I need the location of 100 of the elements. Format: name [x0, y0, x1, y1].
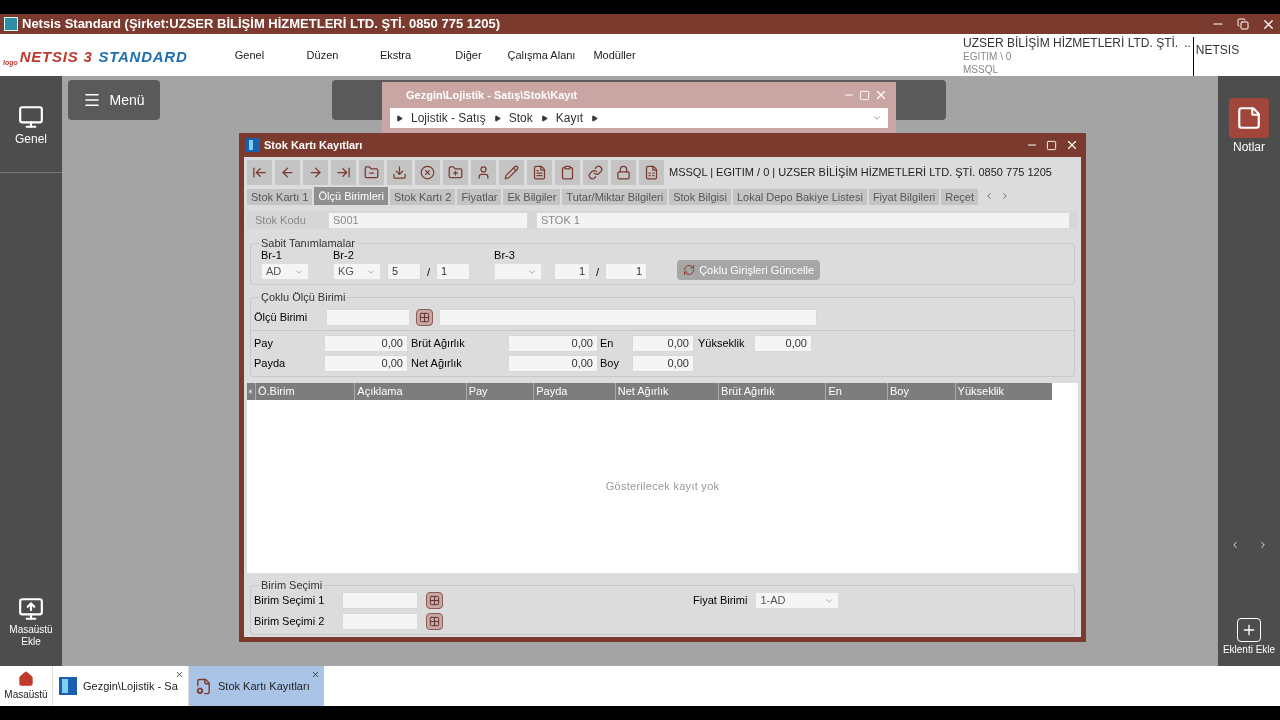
first-record-button[interactable] — [247, 160, 272, 185]
link-button[interactable] — [583, 160, 608, 185]
grid-icon — [429, 595, 440, 606]
grid-icon — [429, 616, 440, 627]
column-header[interactable]: Net Ağırlık — [614, 383, 719, 400]
unit-field[interactable] — [342, 592, 418, 609]
scroll-right-icon[interactable] — [1000, 191, 1010, 201]
add-plugin-button[interactable]: Eklenti Ekle — [1221, 618, 1277, 656]
denominator-field[interactable]: 1 — [605, 263, 648, 280]
menu-button[interactable]: Menü — [68, 80, 160, 120]
tab[interactable]: Stok Kartı 1 — [247, 189, 313, 205]
field-label: En — [599, 336, 615, 352]
menu-item[interactable]: Genel — [213, 47, 286, 64]
maximize-icon[interactable] — [1046, 139, 1057, 151]
new-row-icon — [247, 388, 255, 395]
numerator-field[interactable]: 5 — [387, 263, 421, 280]
close-icon[interactable] — [1065, 138, 1079, 152]
number-field[interactable]: 0,00 — [508, 335, 598, 352]
previous-record-button[interactable] — [275, 160, 300, 185]
download-button[interactable] — [387, 160, 412, 185]
triangle-icon — [396, 114, 403, 122]
numerator-field[interactable]: 1 — [554, 263, 591, 280]
restore-icon[interactable] — [1237, 18, 1249, 30]
denominator-field[interactable]: 1 — [436, 263, 471, 280]
field-label: Br-2 — [333, 247, 355, 263]
tab[interactable]: Ek Bilgiler — [503, 189, 561, 205]
menu-item[interactable]: Düzen — [286, 47, 359, 64]
user-button[interactable] — [471, 160, 496, 185]
log-document-button[interactable] — [527, 160, 552, 185]
number-field[interactable]: 0,00 — [508, 355, 598, 372]
number-field[interactable]: 0,00 — [632, 335, 694, 352]
column-header[interactable]: Boy — [887, 383, 955, 400]
scroll-left-icon[interactable] — [984, 191, 994, 201]
tab[interactable]: Stok Kartı 2 — [389, 189, 456, 205]
taskbar-item[interactable]: Stok Kartı Kayıtları — [188, 666, 324, 706]
unit-field[interactable] — [326, 308, 410, 326]
unit-picker-button[interactable] — [426, 592, 443, 609]
slash-label: / — [596, 264, 600, 280]
clipboard-button[interactable] — [555, 160, 580, 185]
column-header[interactable]: Açıklama — [354, 383, 466, 400]
column-header[interactable]: Pay — [465, 383, 534, 400]
spreadsheet-button[interactable] — [639, 160, 664, 185]
tab[interactable]: Fiyat Bilgileri — [868, 189, 940, 205]
breadcrumb-link[interactable]: Kayıt — [555, 109, 584, 127]
unit-dropdown[interactable]: 1-AD — [755, 592, 840, 609]
close-icon[interactable] — [311, 670, 320, 679]
breadcrumb-link[interactable]: Stok — [508, 109, 533, 127]
field-label: Net Ağırlık — [410, 356, 463, 372]
column-header[interactable]: Yükseklik — [954, 383, 1052, 400]
previous-icon[interactable] — [1230, 540, 1240, 550]
close-icon[interactable] — [175, 670, 184, 679]
sidebar-button[interactable]: Masaüstü Ekle — [3, 596, 59, 648]
tab[interactable]: Reçet — [941, 189, 978, 205]
number-field[interactable]: 0,00 — [324, 355, 408, 372]
last-record-icon — [336, 165, 351, 180]
tab[interactable]: Stok Bilgisi — [669, 189, 731, 205]
folder-plus-button[interactable] — [443, 160, 468, 185]
menu-item[interactable]: Çalışma Alanı — [505, 47, 578, 64]
field-label: Yükseklik — [697, 336, 746, 352]
home-icon — [18, 670, 34, 687]
folder-minus-button[interactable] — [359, 160, 384, 185]
triangle-icon — [591, 114, 599, 122]
description-field[interactable] — [439, 308, 817, 326]
breadcrumb-link[interactable]: Lojistik - Satış — [411, 109, 486, 127]
column-header[interactable]: En — [825, 383, 887, 400]
menu-item[interactable]: Modüller — [578, 47, 651, 64]
unit-field[interactable] — [342, 613, 418, 630]
group-title: Çoklu Ölçü Birimi — [259, 290, 348, 304]
next-icon[interactable] — [1258, 540, 1268, 550]
circle-x-button[interactable] — [415, 160, 440, 185]
user-icon — [476, 165, 491, 180]
number-field[interactable]: 0,00 — [324, 335, 408, 352]
explorer-title: Gezgin\Lojistik - Satış\Stok\Kayıt — [405, 87, 579, 103]
unit-picker-button[interactable] — [426, 613, 443, 630]
tab[interactable]: Tutar/Miktar Bilgileri — [562, 189, 668, 205]
menu-item[interactable]: Ekstra — [359, 47, 432, 64]
menu-item[interactable]: Diğer — [432, 47, 505, 64]
field-label: Birim Seçimi 2 — [254, 614, 326, 630]
tab[interactable]: Fiyatlar — [457, 189, 502, 205]
unit-dropdown[interactable]: AD — [261, 263, 309, 280]
column-header[interactable]: Payda — [533, 383, 615, 400]
empty-message: Gösterilecek kayıt yok — [605, 479, 720, 495]
column-header[interactable]: Ö.Birim — [254, 383, 355, 400]
log-document-icon — [532, 165, 547, 180]
next-record-button[interactable] — [303, 160, 328, 185]
field-label: Payda — [254, 356, 287, 372]
triangle-icon — [493, 114, 501, 122]
form-document-icon — [195, 677, 212, 695]
group-title: Sabit Tanımlamalar — [259, 236, 357, 250]
number-field[interactable]: 0,00 — [632, 355, 694, 372]
pencil-button[interactable] — [499, 160, 524, 185]
unit-dropdown[interactable]: KG — [333, 263, 381, 280]
server-label: MSSQL — [963, 63, 999, 76]
lock-button[interactable] — [611, 160, 636, 185]
last-record-button[interactable] — [331, 160, 356, 185]
tab[interactable]: Lokal Depo Bakiye Listesi — [732, 189, 867, 205]
number-field[interactable]: 0,00 — [754, 335, 812, 352]
sidebar-button[interactable]: Genel — [15, 104, 47, 148]
column-header[interactable]: Brüt Ağırlık — [718, 383, 826, 400]
unit-picker-button[interactable] — [416, 308, 433, 326]
